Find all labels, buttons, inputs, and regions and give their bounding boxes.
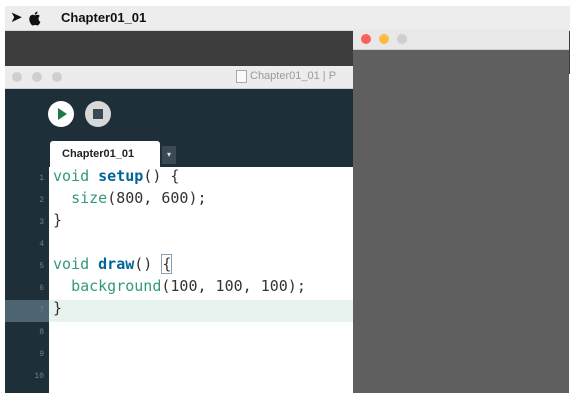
line-number-gutter: 1 2 3 4 5 6 7 8 9 10 [5, 167, 49, 393]
code-line: void draw() { [53, 253, 173, 275]
stop-icon [93, 109, 103, 119]
minimize-window-button[interactable] [32, 72, 42, 82]
line-number: 5 [39, 262, 44, 271]
minimize-window-button[interactable] [379, 34, 389, 44]
tab-chapter01-01[interactable]: Chapter01_01 [50, 141, 160, 167]
line-number: 2 [39, 196, 44, 205]
line-number: 1 [39, 174, 44, 183]
code-token: void [53, 255, 99, 273]
zoom-window-button[interactable] [397, 34, 407, 44]
close-window-button[interactable] [361, 34, 371, 44]
code-token: } [53, 211, 63, 229]
code-token: void [53, 167, 99, 185]
zoom-window-button[interactable] [52, 72, 62, 82]
line-number: 6 [39, 284, 44, 293]
code-line: void setup() { [53, 167, 179, 187]
app-name[interactable]: Chapter01_01 [61, 10, 146, 25]
code-token: (100, 100, 100); [161, 277, 306, 295]
menu-bar: ➤ Chapter01_01 [5, 6, 570, 31]
line-number: 8 [39, 328, 44, 337]
code-line: size(800, 600); [53, 187, 207, 209]
line-number: 4 [39, 240, 44, 249]
run-button[interactable] [48, 101, 74, 127]
line-number: 9 [39, 350, 44, 359]
code-token: setup [98, 167, 144, 185]
line-number: 10 [34, 372, 44, 381]
stop-button[interactable] [85, 101, 111, 127]
code-token: size [71, 189, 108, 207]
document-icon [236, 70, 247, 83]
apple-logo-icon[interactable] [28, 10, 42, 26]
code-token: (800, 600); [107, 189, 207, 207]
tab-bar: Chapter01_01 ▾ [5, 141, 361, 167]
close-window-button[interactable] [12, 72, 22, 82]
sketch-title-bar[interactable] [353, 29, 569, 50]
current-line-highlight [49, 300, 361, 322]
code-token: background [71, 277, 162, 295]
code-token: { [161, 254, 173, 274]
line-number: 7 [39, 306, 44, 315]
code-token: () { [143, 167, 180, 185]
code-line: background(100, 100, 100); [53, 275, 306, 297]
processing-editor-window: Chapter01_01 | P Chapter01_01 ▾ 1 2 3 4 5 6 7 8… [5, 66, 361, 393]
mouse-cursor-icon: ➤ [10, 9, 23, 26]
code-line: } [53, 209, 62, 231]
line-number: 3 [39, 218, 44, 227]
window-title: Chapter01_01 | P [250, 70, 337, 82]
editor-toolbar [5, 89, 361, 141]
code-token: draw [98, 255, 135, 273]
code-line: } [53, 297, 62, 319]
sketch-output-window[interactable] [353, 29, 569, 393]
code-token: () [134, 255, 162, 273]
tab-label: Chapter01_01 [62, 148, 135, 160]
code-token: } [53, 299, 63, 317]
tab-menu-chevron-down-icon[interactable]: ▾ [162, 146, 176, 164]
editor-title-bar[interactable]: Chapter01_01 | P [5, 66, 361, 89]
play-icon [58, 108, 67, 120]
code-editor[interactable]: void setup() { size(800, 600);} void draw… [49, 167, 361, 393]
